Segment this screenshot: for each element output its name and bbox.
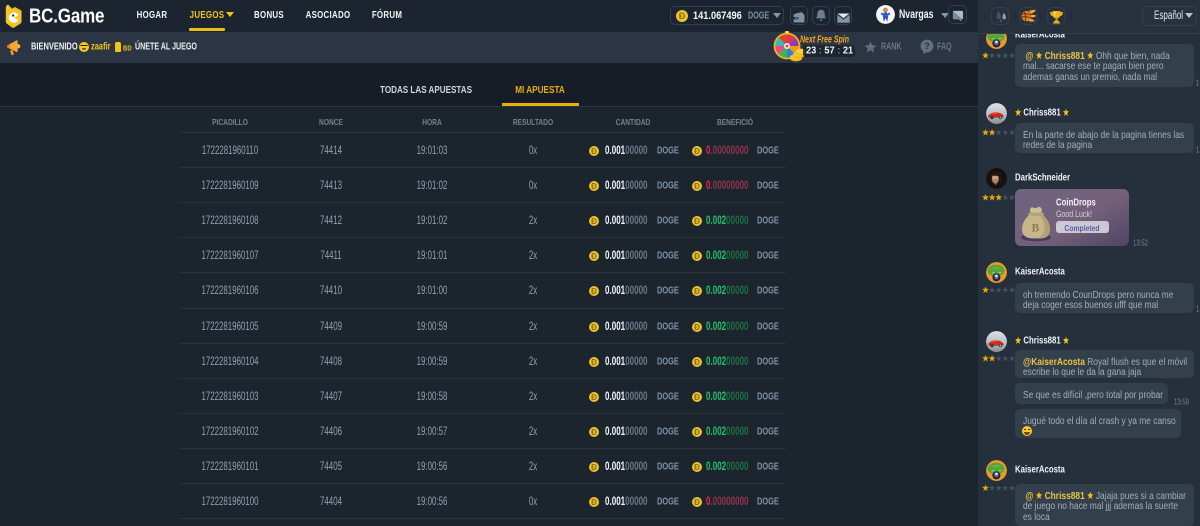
svg-text:?: ? — [924, 41, 930, 51]
svg-text:B: B — [1032, 223, 1040, 235]
